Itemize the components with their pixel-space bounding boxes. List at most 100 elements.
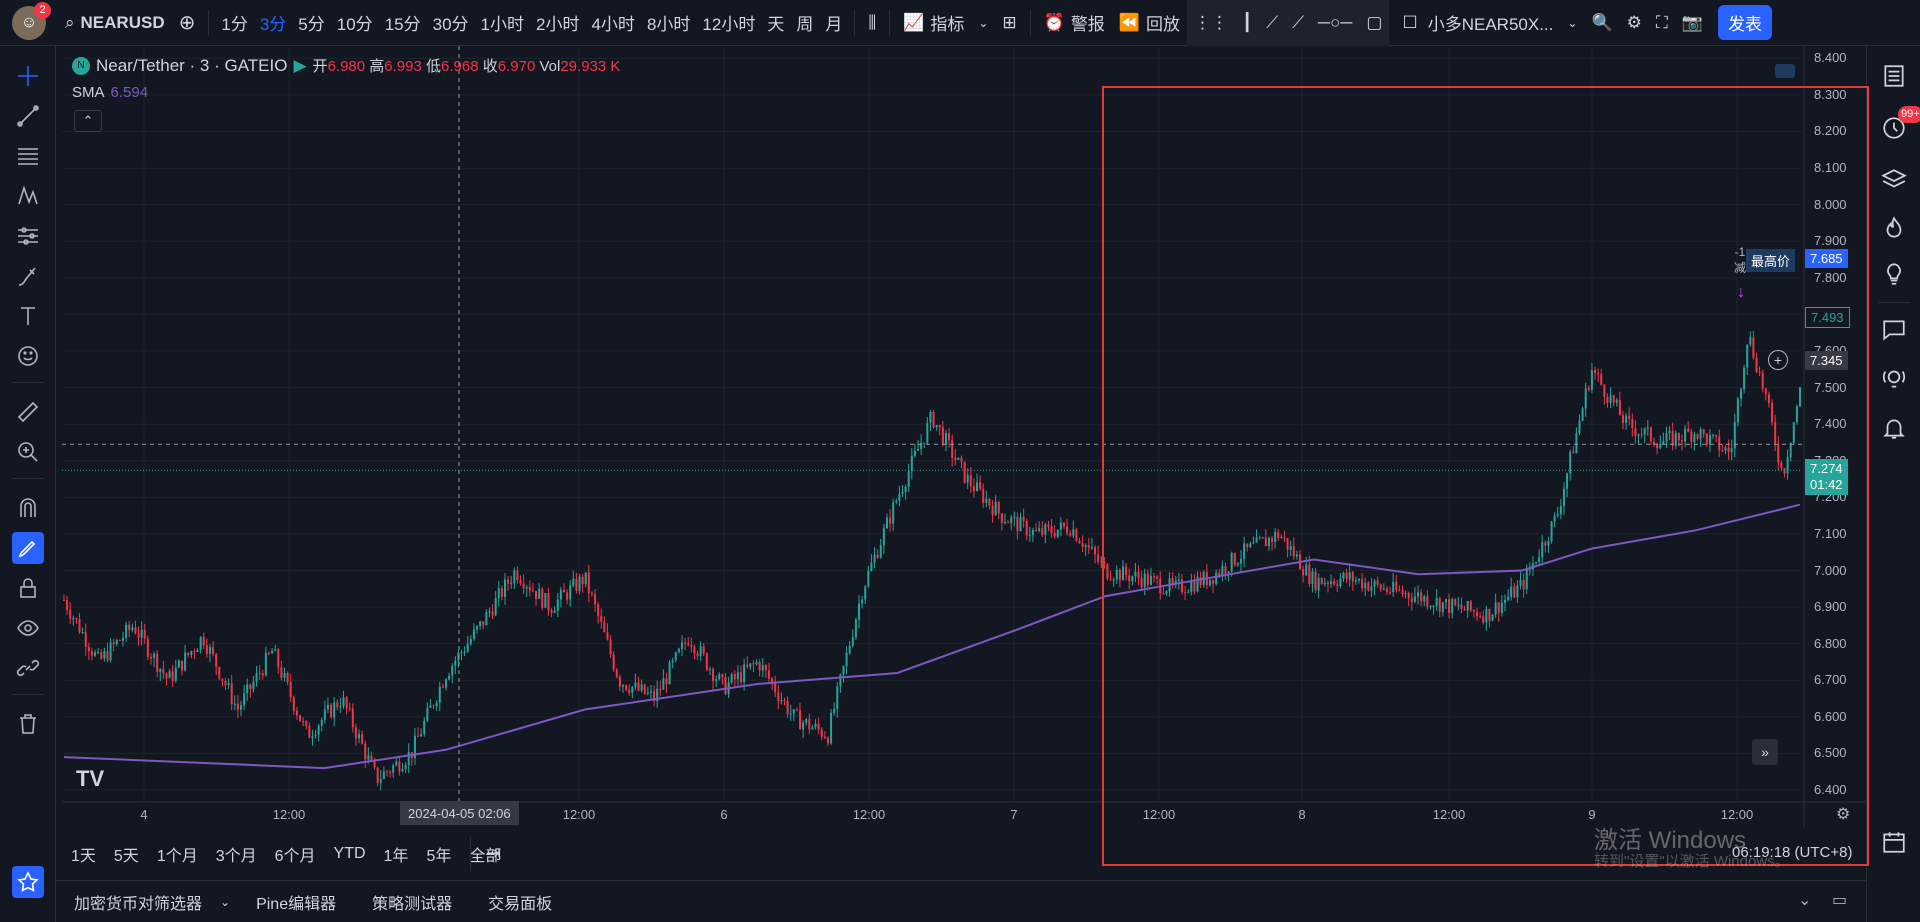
publish-button[interactable]: 发表 xyxy=(1717,5,1772,40)
object-tree-button[interactable] xyxy=(1878,164,1910,196)
symbol-title[interactable]: Near/Tether · 3 · GATEIO xyxy=(96,56,287,76)
notifications-button[interactable] xyxy=(1878,412,1910,444)
tradingview-logo[interactable]: TV xyxy=(76,766,104,792)
candle-body xyxy=(1739,389,1742,399)
add-alert-plus-icon[interactable]: + xyxy=(1768,350,1788,370)
text-tool[interactable] xyxy=(12,300,44,332)
calendar-button[interactable] xyxy=(1878,826,1910,858)
layout-selector[interactable]: ☐ 小多NEAR50X... ⌄ xyxy=(1395,0,1584,46)
symbol-search[interactable]: ⌕ NEARUSD xyxy=(58,0,172,46)
candle-body xyxy=(1392,581,1395,593)
candle-body xyxy=(1789,442,1792,458)
alerts-panel-button[interactable]: 99+ xyxy=(1878,106,1920,144)
interval-11[interactable]: 天 xyxy=(761,0,790,46)
collapse-panel-button[interactable]: ⌄ xyxy=(1798,890,1811,910)
sma-legend[interactable]: SMA 6.594 xyxy=(72,84,148,101)
candle-body xyxy=(308,725,311,738)
scroll-to-realtime-button[interactable]: » xyxy=(1752,739,1778,765)
interval-0[interactable]: 1分 xyxy=(215,0,253,46)
interval-12[interactable]: 周 xyxy=(790,0,819,46)
compare-symbol-button[interactable]: ⊕ xyxy=(172,0,203,46)
timeframe-2[interactable]: 1个月 xyxy=(148,842,207,866)
interval-10[interactable]: 12小时 xyxy=(696,0,761,46)
prediction-tool[interactable] xyxy=(12,220,44,252)
ray-tool[interactable]: ⟋ xyxy=(1285,0,1312,46)
timeframe-7[interactable]: 5年 xyxy=(417,842,460,866)
crosshair-tool[interactable] xyxy=(12,60,44,92)
templates-button[interactable]: ⊞ xyxy=(995,0,1023,46)
fullscreen-button[interactable]: ⛶ xyxy=(1649,0,1675,46)
candle-body xyxy=(1479,616,1482,618)
chevron-down-icon[interactable]: ⌄ xyxy=(220,895,230,909)
drag-handle[interactable]: ⋮⋮ xyxy=(1186,0,1235,46)
interval-8[interactable]: 4小时 xyxy=(585,0,640,46)
interval-6[interactable]: 1小时 xyxy=(475,0,530,46)
goto-date-button[interactable]: ⇥ xyxy=(486,843,501,864)
collapse-legend-button[interactable]: ⌃ xyxy=(74,110,102,132)
rectangle-tool[interactable]: ▢ xyxy=(1359,0,1390,46)
pattern-tool[interactable] xyxy=(12,180,44,212)
interval-7[interactable]: 2小时 xyxy=(530,0,585,46)
hide-drawings[interactable] xyxy=(12,612,44,644)
axis-settings-button[interactable]: ⚙ xyxy=(1836,804,1850,824)
timeframe-1[interactable]: 5天 xyxy=(105,842,148,866)
candle-body xyxy=(966,475,969,483)
alert-button[interactable]: ⏰ 警报 xyxy=(1037,0,1112,46)
timeframe-5[interactable]: YTD xyxy=(325,845,375,863)
candle-body xyxy=(1398,589,1401,591)
chart-pane[interactable]: N Near/Tether · 3 · GATEIO ▶ 开6.980 高6.9… xyxy=(62,46,1866,828)
favorites-button[interactable] xyxy=(12,866,44,898)
candle-body xyxy=(1525,569,1528,590)
candle-body xyxy=(146,638,149,657)
interval-13[interactable]: 月 xyxy=(819,0,848,46)
emoji-tool[interactable] xyxy=(12,340,44,372)
lock-drawings[interactable] xyxy=(12,572,44,604)
interval-9[interactable]: 8小时 xyxy=(641,0,696,46)
candle-body xyxy=(1317,578,1320,591)
stay-in-drawing-mode[interactable] xyxy=(12,532,44,564)
interval-2[interactable]: 5分 xyxy=(292,0,330,46)
candle-body xyxy=(1323,582,1326,585)
timeframe-4[interactable]: 6个月 xyxy=(266,842,325,866)
auto-scale-button[interactable] xyxy=(1775,64,1795,78)
bottom-tab-3[interactable]: 交易面板 xyxy=(470,890,570,914)
price-chart[interactable] xyxy=(62,46,1866,828)
ideas-button[interactable] xyxy=(1878,258,1910,290)
chart-type-button[interactable]: ⫼ xyxy=(861,0,883,46)
interval-3[interactable]: 10分 xyxy=(331,0,379,46)
fib-tool[interactable] xyxy=(12,140,44,172)
hotlists-button[interactable] xyxy=(1878,212,1910,244)
maximize-panel-button[interactable]: ▭ xyxy=(1832,890,1847,910)
trendline-tool[interactable] xyxy=(12,100,44,132)
bell-icon xyxy=(1883,419,1905,439)
interval-1[interactable]: 3分 xyxy=(254,0,292,46)
candle-body xyxy=(376,767,379,783)
watchlist-button[interactable] xyxy=(1878,60,1910,92)
bottom-tab-0[interactable]: 加密货币对筛选器 xyxy=(56,890,220,914)
horizontal-ray-tool[interactable]: ─○─ xyxy=(1311,0,1360,46)
user-avatar[interactable]: ☺ 2 xyxy=(12,1,51,40)
brush-tool[interactable] xyxy=(12,260,44,292)
timeframe-3[interactable]: 3个月 xyxy=(207,842,266,866)
replay-button[interactable]: ⏪ 回放 xyxy=(1112,0,1187,46)
streams-button[interactable] xyxy=(1878,362,1910,394)
remove-drawings[interactable] xyxy=(12,708,44,740)
settings-button[interactable]: ⚙ xyxy=(1620,0,1649,46)
timeframe-0[interactable]: 1天 xyxy=(62,842,105,866)
bottom-tab-1[interactable]: Pine编辑器 xyxy=(238,890,354,914)
indicators-button[interactable]: 📈 指标 ⌄ xyxy=(896,0,995,46)
trendline-tool[interactable]: ⟋ xyxy=(1259,0,1286,46)
snapshot-button[interactable]: 📷 xyxy=(1675,0,1710,46)
magnet-tool[interactable] xyxy=(12,492,44,524)
interval-5[interactable]: 30分 xyxy=(427,0,475,46)
interval-4[interactable]: 15分 xyxy=(379,0,427,46)
zoom-tool[interactable] xyxy=(12,436,44,468)
quick-search-button[interactable]: 🔍 xyxy=(1584,0,1619,46)
trendline-icon: ⟋ xyxy=(1266,12,1279,32)
chats-button[interactable] xyxy=(1878,314,1910,346)
vertical-line-tool[interactable]: ┃ xyxy=(1234,0,1260,46)
timeframe-6[interactable]: 1年 xyxy=(375,842,418,866)
bottom-tab-2[interactable]: 策略测试器 xyxy=(354,890,470,914)
link-drawings[interactable] xyxy=(12,652,44,684)
ruler-tool[interactable] xyxy=(12,396,44,428)
